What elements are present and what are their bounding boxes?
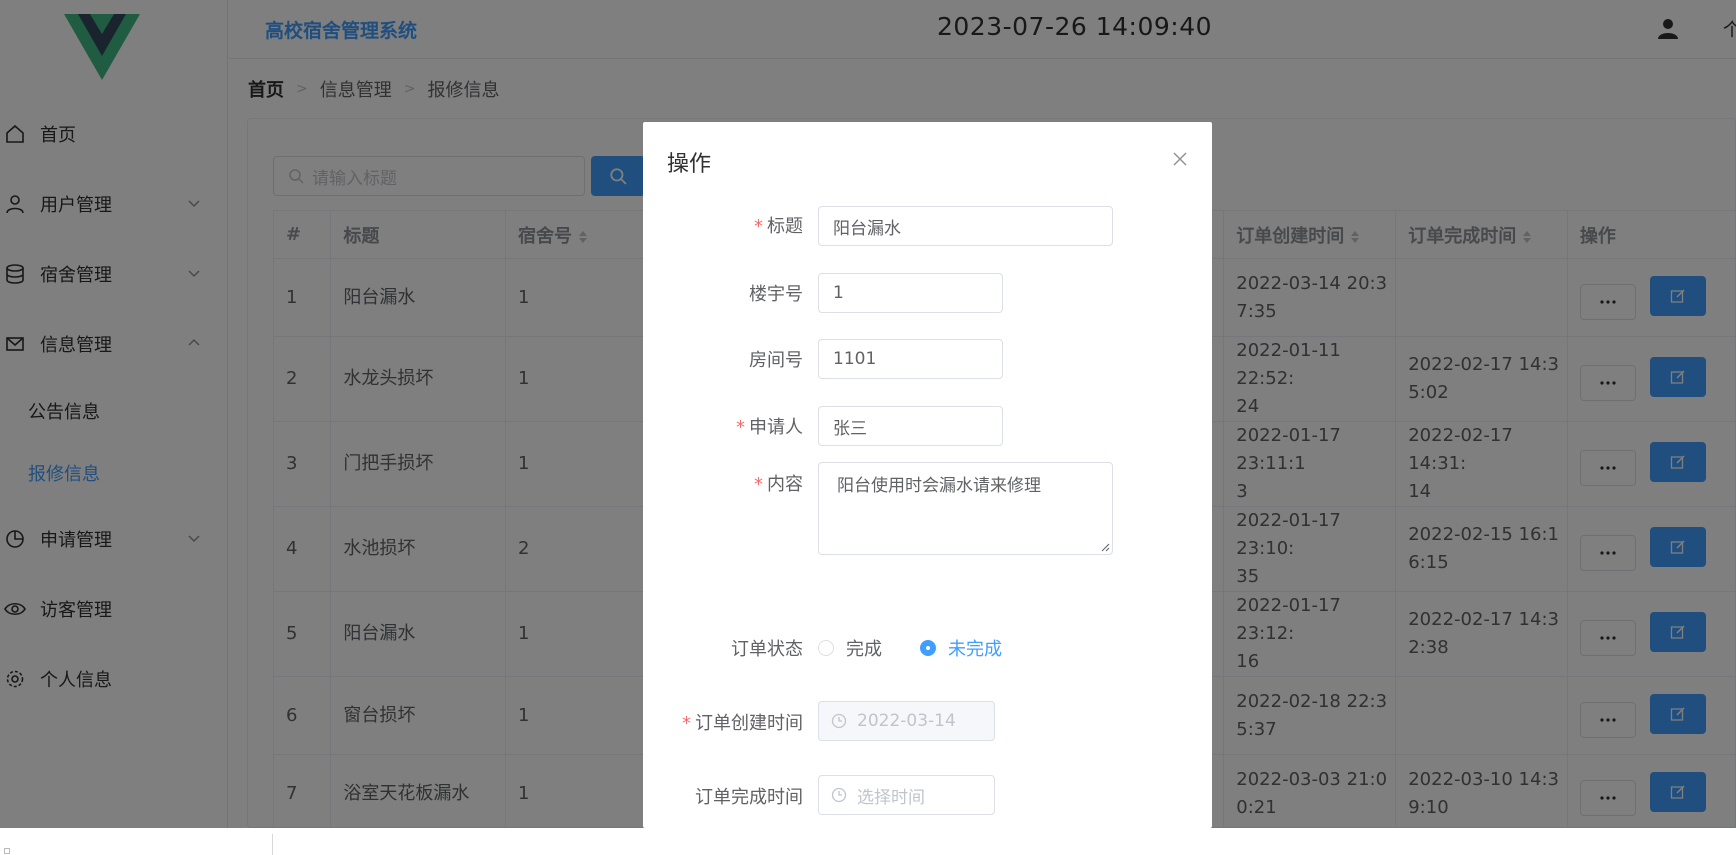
building-input[interactable]: 1 [818, 273, 1003, 313]
room-label: 房间号 [749, 350, 803, 371]
title-label-text: 标题 [767, 216, 803, 237]
applicant-input[interactable]: 张三 [818, 406, 1003, 446]
created-time-picker: 2022-03-14 [818, 701, 995, 741]
clock-icon [831, 713, 847, 729]
window-corner-icon [4, 848, 10, 854]
status-radio-pending[interactable]: 未完成 [920, 635, 1002, 661]
edit-dialog: 操作 * 标题 阳台漏水 楼宇号 1 房间号 1101 * 申请人 张三 * 内容 阳… [643, 122, 1212, 828]
created-time-label: * 订单创建时间 [682, 713, 803, 734]
room-input[interactable]: 1101 [818, 339, 1003, 379]
title-input[interactable]: 阳台漏水 [818, 206, 1113, 246]
finished-time-label: 订单完成时间 [695, 787, 803, 808]
divider [272, 834, 273, 855]
radio-label: 完成 [846, 639, 882, 660]
created-time-value: 2022-03-14 [857, 711, 956, 731]
status-radio-done[interactable]: 完成 [818, 635, 882, 661]
radio-circle [920, 640, 936, 656]
applicant-label-text: 申请人 [749, 417, 803, 438]
finished-time-picker[interactable]: 选择时间 [818, 775, 995, 815]
title-label: * 标题 [754, 216, 803, 237]
content-textarea[interactable]: 阳台使用时会漏水请来修理 [818, 462, 1113, 555]
created-time-label-text: 订单创建时间 [695, 713, 803, 734]
bottom-strip [0, 828, 1736, 855]
close-icon[interactable] [1171, 150, 1189, 168]
radio-circle [818, 640, 834, 656]
building-label: 楼宇号 [749, 284, 803, 305]
clock-icon [831, 787, 847, 803]
content-label-text: 内容 [767, 474, 803, 495]
radio-label: 未完成 [948, 639, 1002, 660]
applicant-label: * 申请人 [736, 417, 803, 438]
content-text: 阳台使用时会漏水请来修理 [837, 476, 1041, 496]
resize-handle-icon[interactable] [1100, 542, 1110, 552]
finished-time-placeholder: 选择时间 [857, 787, 925, 808]
status-label: 订单状态 [731, 639, 803, 660]
dialog-title: 操作 [667, 152, 712, 177]
content-label: * 内容 [754, 474, 803, 495]
